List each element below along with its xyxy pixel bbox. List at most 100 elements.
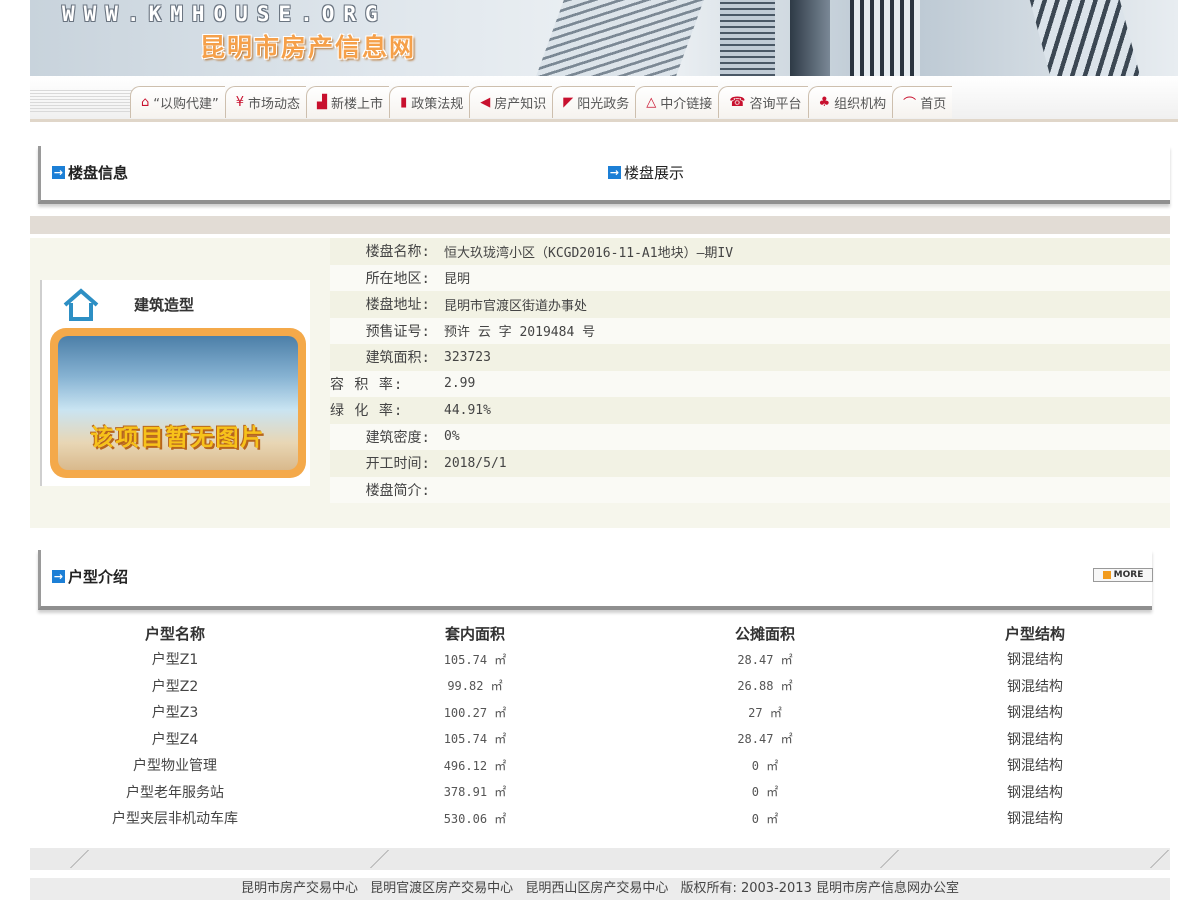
footer-decoration bbox=[30, 848, 1170, 870]
unit-shared-area: 28.47 ㎡ bbox=[737, 652, 793, 667]
unit-shared-area: 27 ㎡ bbox=[748, 705, 782, 720]
column-header: 套内面积 bbox=[444, 624, 505, 643]
detail-row: 楼盘地址: 昆明市官渡区街道办事处 bbox=[330, 291, 1170, 318]
footer-link[interactable]: 昆明市房产交易中心 bbox=[241, 881, 358, 896]
bar-chart-icon: ▟ bbox=[317, 95, 328, 110]
placeholder-photo: 该项目暂无图片 bbox=[58, 336, 298, 470]
nav-item-label: “以购代建” bbox=[153, 97, 219, 112]
footer-link[interactable]: 昆明西山区房产交易中心 bbox=[525, 881, 668, 896]
arrow-right-icon: → bbox=[608, 166, 621, 179]
yen-icon: ¥ bbox=[235, 95, 245, 110]
footer-link[interactable]: 昆明官渡区房产交易中心 bbox=[370, 881, 513, 896]
nav-item-government[interactable]: ◤ 阳光政务 bbox=[552, 86, 636, 118]
arrow-right-icon: → bbox=[52, 570, 65, 583]
detail-label: 容 积 率: bbox=[330, 376, 404, 393]
more-button[interactable]: MORE bbox=[1093, 568, 1153, 582]
nav-item-market[interactable]: ¥ 市场动态 bbox=[224, 86, 307, 118]
nav-item-label: 房产知识 bbox=[494, 97, 547, 112]
section-title-unit-intro: → 户型介绍 bbox=[52, 568, 129, 586]
main-nav: ⌂ “以购代建” ¥ 市场动态 ▟ 新楼上市 ▮ 政策法规 ◀ 房产知识 ◤ 阳… bbox=[30, 76, 1178, 122]
detail-row: 绿 化 率: 44.91% bbox=[330, 397, 1170, 424]
unit-name: 户型Z3 bbox=[151, 705, 199, 722]
building-graphic bbox=[1029, 0, 1141, 76]
nav-item-policy[interactable]: ▮ 政策法规 bbox=[389, 86, 470, 118]
detail-value: 昆明市官渡区街道办事处 bbox=[444, 298, 588, 314]
unit-inner-area: 105.74 ㎡ bbox=[443, 652, 507, 667]
unit-shared-area: 0 ㎡ bbox=[751, 758, 779, 773]
table-row: 户型Z4 105.74 ㎡ 28.47 ㎡ 钢混结构 bbox=[30, 726, 1170, 753]
detail-value: 323723 bbox=[444, 349, 491, 365]
nav-item-home[interactable]: ⌒ 首页 bbox=[892, 86, 953, 118]
detail-label: 楼盘简介: bbox=[365, 482, 430, 499]
building-info-header bbox=[38, 146, 1170, 204]
building-graphic bbox=[790, 0, 830, 76]
column-header: 户型结构 bbox=[1004, 624, 1065, 643]
detail-value: 恒大玖珑湾小区（KCGD2016-11-A1地块）—期IV bbox=[444, 245, 734, 261]
detail-value: 44.91% bbox=[444, 402, 491, 418]
arrow-right-icon: → bbox=[52, 166, 65, 179]
building-shape-panel: 建筑造型 该项目暂无图片 bbox=[30, 238, 326, 528]
unit-table: 户型名称 套内面积 公摊面积 户型结构 户型Z1 105.74 ㎡ 28.47 … bbox=[30, 620, 1170, 832]
building-graphic bbox=[720, 0, 775, 76]
unit-structure: 钢混结构 bbox=[1007, 705, 1063, 722]
detail-value: 2018/5/1 bbox=[444, 455, 507, 471]
detail-row: 容 积 率: 2.99 bbox=[330, 370, 1170, 397]
detail-value: 预许 云 字 2019484 号 bbox=[444, 325, 596, 341]
detail-label: 楼盘地址: bbox=[365, 297, 430, 314]
nav-item-consult[interactable]: ☎ 咨询平台 bbox=[718, 86, 808, 118]
unit-shared-area: 28.47 ㎡ bbox=[737, 732, 793, 747]
unit-inner-area: 378.91 ㎡ bbox=[443, 785, 507, 800]
column-header: 公摊面积 bbox=[734, 624, 795, 643]
nav-item-label: 首页 bbox=[920, 97, 947, 112]
detail-label: 绿 化 率: bbox=[330, 403, 404, 420]
nav-item-organization[interactable]: ♣ 组织机构 bbox=[807, 86, 893, 118]
table-row: 户型Z3 100.27 ㎡ 27 ㎡ 钢混结构 bbox=[30, 699, 1170, 726]
nav-item-label: 新楼上市 bbox=[331, 97, 384, 112]
nav-item-label: 咨询平台 bbox=[749, 97, 802, 112]
building-graphic bbox=[850, 0, 920, 76]
section-link-building-show[interactable]: → 楼盘展示 bbox=[608, 162, 684, 183]
detail-label: 开工时间: bbox=[365, 456, 430, 473]
table-row: 户型Z2 99.82 ㎡ 26.88 ㎡ 钢混结构 bbox=[30, 673, 1170, 700]
detail-label: 预售证号: bbox=[365, 323, 430, 340]
table-row: 户型Z1 105.74 ㎡ 28.47 ㎡ 钢混结构 bbox=[30, 646, 1170, 673]
unit-shared-area: 26.88 ㎡ bbox=[737, 679, 793, 694]
unit-name: 户型Z1 bbox=[151, 652, 199, 669]
nav-item-agency[interactable]: △ 中介链接 bbox=[635, 86, 719, 118]
unit-inner-area: 530.06 ㎡ bbox=[443, 811, 507, 826]
nav-item-label: 中介链接 bbox=[660, 97, 713, 112]
site-banner: WWW.KMHOUSE.ORG 昆明市房产信息网 bbox=[30, 0, 1178, 76]
phone-icon: ☎ bbox=[729, 95, 746, 110]
footer-slant bbox=[1121, 850, 1169, 868]
unit-structure: 钢混结构 bbox=[1007, 811, 1063, 828]
detail-label: 楼盘名称: bbox=[365, 244, 430, 261]
detail-row: 楼盘简介: bbox=[330, 476, 1170, 503]
table-row: 户型老年服务站 378.91 ㎡ 0 ㎡ 钢混结构 bbox=[30, 779, 1170, 806]
house-hand-icon: ⌂ bbox=[141, 95, 150, 110]
unit-name: 户型老年服务站 bbox=[126, 784, 224, 801]
nav-item-knowledge[interactable]: ◀ 房产知识 bbox=[469, 86, 553, 118]
flag-icon: ◤ bbox=[563, 95, 574, 110]
unit-structure: 钢混结构 bbox=[1007, 678, 1063, 695]
footer-slant bbox=[341, 850, 389, 868]
triangle-icon: △ bbox=[646, 95, 657, 110]
nav-item-new-listings[interactable]: ▟ 新楼上市 bbox=[306, 86, 390, 118]
unit-inner-area: 105.74 ㎡ bbox=[443, 732, 507, 747]
unit-structure: 钢混结构 bbox=[1007, 784, 1063, 801]
building-info-panel: 建筑造型 该项目暂无图片 楼盘名称: 恒大玖珑湾小区（KCGD2016-11-A… bbox=[30, 238, 1170, 528]
no-image-caption: 该项目暂无图片 bbox=[90, 425, 266, 451]
unit-inner-area: 99.82 ㎡ bbox=[447, 679, 503, 694]
detail-row: 建筑密度: 0% bbox=[330, 423, 1170, 450]
unit-structure: 钢混结构 bbox=[1007, 652, 1063, 669]
unit-name: 户型Z2 bbox=[151, 678, 199, 695]
people-icon: ♣ bbox=[818, 95, 831, 110]
nav-item-buy-instead-of-build[interactable]: ⌂ “以购代建” bbox=[130, 86, 225, 118]
unit-name: 户型夹层非机动车库 bbox=[112, 811, 238, 828]
nav-item-label: 阳光政务 bbox=[577, 97, 630, 112]
unit-structure: 钢混结构 bbox=[1007, 758, 1063, 775]
unit-inner-area: 100.27 ㎡ bbox=[443, 705, 507, 720]
table-row: 户型物业管理 496.12 ㎡ 0 ㎡ 钢混结构 bbox=[30, 752, 1170, 779]
table-row: 户型夹层非机动车库 530.06 ㎡ 0 ㎡ 钢混结构 bbox=[30, 805, 1170, 832]
footer: 昆明市房产交易中心 昆明官渡区房产交易中心 昆明西山区房产交易中心 版权所有: … bbox=[30, 878, 1170, 900]
detail-row: 所在地区: 昆明 bbox=[330, 264, 1170, 291]
